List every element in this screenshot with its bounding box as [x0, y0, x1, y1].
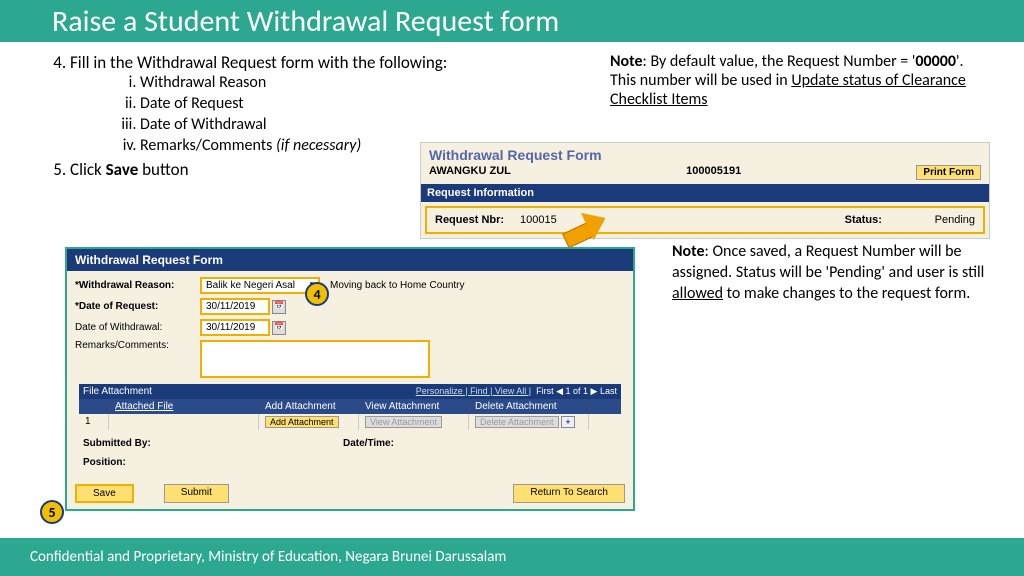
request-row: Request Nbr: 100015 Status: Pending [425, 206, 985, 234]
date-request-label: *Date of Request: [75, 301, 200, 312]
request-nbr-label: Request Nbr: [435, 214, 520, 226]
reason-select[interactable]: Balik ke Negeri Asal [200, 277, 320, 294]
request-info-panel: Withdrawal Request Form AWANGKU ZUL 1000… [420, 142, 990, 239]
withdrawal-form-panel: Withdrawal Request Form *Withdrawal Reas… [65, 247, 635, 511]
return-to-search-button[interactable]: Return To Search [513, 484, 625, 503]
inset1-title: Withdrawal Request Form [421, 143, 989, 165]
status-label: Status: [845, 214, 895, 226]
reason-label: *Withdrawal Reason: [75, 280, 200, 291]
arrow-icon [565, 220, 611, 250]
submitted-by-label: Submitted By: [83, 438, 343, 449]
request-info-header: Request Information [421, 184, 989, 202]
note-after-save: Note: Once saved, a Request Number will … [672, 242, 1002, 304]
fa-title: File Attachment [83, 386, 152, 397]
print-form-button[interactable]: Print Form [916, 165, 981, 180]
add-row-icon[interactable]: + [561, 416, 574, 428]
callout-5: 5 [40, 500, 64, 524]
remarks-label: Remarks/Comments: [75, 340, 200, 351]
remarks-textarea[interactable] [200, 340, 430, 378]
calendar-icon[interactable]: 📅 [272, 321, 286, 335]
date-withdrawal-input[interactable]: 30/11/2019 [200, 319, 270, 336]
step4-item-2: Date of Request [140, 94, 580, 113]
reason-desc: Moving back to Home Country [330, 280, 465, 291]
step4-item-3: Date of Withdrawal [140, 115, 580, 134]
col-add: Add Attachment [259, 399, 359, 414]
date-withdrawal-label: Date of Withdrawal: [75, 322, 200, 333]
view-attachment-button: View Attachment [365, 416, 442, 428]
student-name: AWANGKU ZUL [429, 165, 511, 180]
calendar-icon[interactable]: 📅 [272, 300, 286, 314]
date-request-input[interactable]: 30/11/2019 [200, 298, 270, 315]
step4-text: Fill in the Withdrawal Request form with… [70, 52, 447, 73]
title-bar: Raise a Student Withdrawal Request form [0, 0, 1024, 42]
delete-attachment-button: Delete Attachment [475, 416, 559, 428]
row-num: 1 [79, 414, 109, 430]
col-del: Delete Attachment [469, 399, 589, 414]
callout-4: 4 [305, 282, 329, 306]
footer-text: Confidential and Proprietary, Ministry o… [0, 538, 1024, 576]
step4-item-1: Withdrawal Reason [140, 73, 580, 92]
fa-links[interactable]: Personalize | Find | View All | [416, 386, 531, 396]
save-button[interactable]: Save [75, 484, 134, 503]
datetime-label: Date/Time: [343, 438, 394, 449]
note-default-request: Note: By default value, the Request Numb… [610, 52, 990, 109]
submit-button[interactable]: Submit [164, 484, 229, 503]
col-file[interactable]: Attached File [109, 399, 259, 414]
status-value: Pending [935, 214, 975, 226]
page-title: Raise a Student Withdrawal Request form [32, 0, 579, 42]
add-attachment-button[interactable]: Add Attachment [265, 416, 339, 428]
position-label: Position: [83, 457, 343, 468]
col-view: View Attachment [359, 399, 469, 414]
file-attachment-grid: File Attachment Personalize | Find | Vie… [79, 384, 621, 430]
fa-pagination[interactable]: First ◀ 1 of 1 ▶ Last [536, 386, 617, 396]
student-id: 100005191 [686, 165, 741, 180]
wrf-header: Withdrawal Request Form [67, 249, 633, 271]
